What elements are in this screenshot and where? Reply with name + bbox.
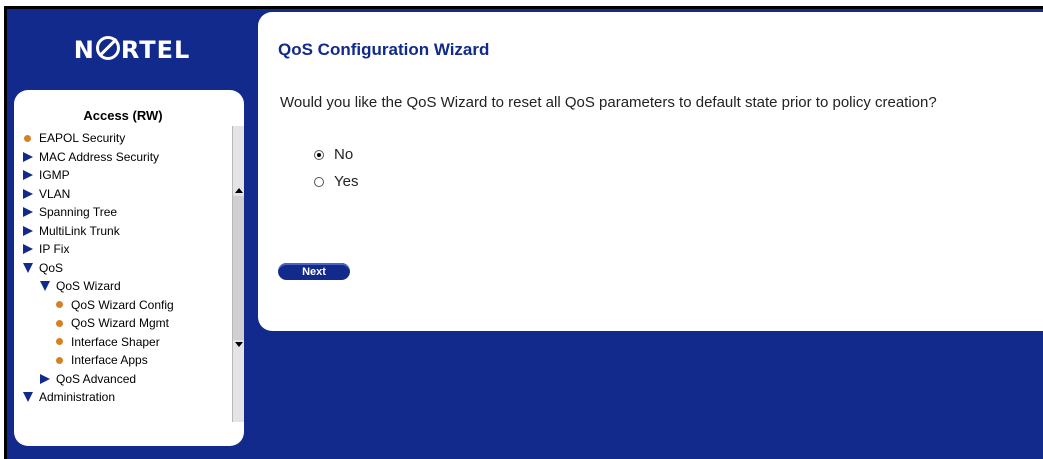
bullet-icon (52, 338, 67, 346)
wizard-panel: QoS Configuration Wizard Would you like … (258, 12, 1043, 331)
chevron-down-icon (37, 281, 52, 292)
nav-item-label: QoS Wizard Config (71, 297, 174, 312)
scroll-down-arrow-icon[interactable] (235, 342, 243, 347)
nav-item-label: Spanning Tree (39, 205, 118, 220)
chevron-right-icon (37, 373, 52, 384)
scroll-up-arrow-icon[interactable] (235, 188, 243, 193)
chevron-down-icon (20, 262, 35, 273)
nav-item-label: EAPOL Security (39, 131, 126, 146)
radio-button-no[interactable] (314, 149, 324, 160)
nav-item-label: QoS Wizard Mgmt (71, 316, 170, 331)
nav-item-qos[interactable]: QoS (20, 259, 174, 278)
nav-item-label: Interface Apps (71, 353, 148, 368)
nav-item-vlan[interactable]: VLAN (20, 185, 174, 204)
bullet-icon (20, 134, 35, 142)
nav-item-label: MultiLink Trunk (39, 223, 120, 238)
nav-item-label: QoS Wizard (56, 279, 121, 294)
bullet-icon (52, 356, 67, 364)
nav-item-qos-advanced[interactable]: QoS Advanced (20, 370, 174, 389)
radio-button-yes[interactable] (314, 176, 324, 187)
radio-label-yes: Yes (334, 173, 359, 190)
page-title: QoS Configuration Wizard (278, 40, 490, 59)
navigation-panel: Access (RW) EAPOL Security MAC Address S… (14, 90, 244, 446)
nav-item-label: IGMP (39, 168, 70, 183)
logo-text-rtel: RTEL (120, 36, 191, 64)
nav-item-ip-fix[interactable]: IP Fix (20, 240, 174, 259)
nav-item-label: QoS (39, 260, 64, 275)
radio-label-no: No (334, 146, 354, 163)
chevron-right-icon (20, 225, 35, 236)
radio-option-yes[interactable]: Yes (314, 173, 358, 190)
chevron-right-icon (20, 188, 35, 199)
chevron-right-icon (20, 151, 35, 162)
bullet-icon (52, 319, 67, 327)
bullet-icon (52, 301, 67, 309)
nav-item-label: MAC Address Security (39, 149, 160, 164)
nav-item-qos-wizard[interactable]: QoS Wizard (20, 277, 174, 296)
nav-item-mac-address-security[interactable]: MAC Address Security (20, 148, 174, 167)
nortel-logo: N RTEL (62, 36, 202, 64)
radio-option-no[interactable]: No (314, 146, 353, 163)
wizard-question: Would you like the QoS Wizard to reset a… (280, 94, 937, 111)
next-button[interactable]: Next (278, 263, 350, 280)
nav-item-qos-wizard-mgmt[interactable]: QoS Wizard Mgmt (20, 314, 174, 333)
nav-item-interface-shaper[interactable]: Interface Shaper (20, 333, 174, 352)
scrollbar-thumb[interactable] (233, 196, 244, 340)
chevron-right-icon (20, 207, 35, 218)
nav-scrollbar[interactable] (232, 126, 244, 422)
logo-o-mark (95, 36, 120, 60)
nav-item-igmp[interactable]: IGMP (20, 166, 174, 185)
nav-item-label: QoS Advanced (56, 371, 137, 386)
nav-heading: Access (RW) (83, 108, 163, 123)
nav-item-label: Administration (39, 390, 116, 405)
nav-item-label: Interface Shaper (71, 334, 160, 349)
nav-item-label: VLAN (39, 186, 71, 201)
nav-item-eapol-security[interactable]: EAPOL Security (20, 129, 174, 148)
nav-item-interface-apps[interactable]: Interface Apps (20, 351, 174, 370)
chevron-right-icon (20, 244, 35, 255)
nav-item-administration[interactable]: Administration (20, 388, 174, 407)
nav-item-multilink-trunk[interactable]: MultiLink Trunk (20, 222, 174, 241)
chevron-right-icon (20, 170, 35, 181)
nav-item-spanning-tree[interactable]: Spanning Tree (20, 203, 174, 222)
logo-text-n: N (73, 36, 95, 64)
nav-item-qos-wizard-config[interactable]: QoS Wizard Config (20, 296, 174, 315)
nav-item-label: IP Fix (39, 242, 70, 257)
nav-tree: EAPOL Security MAC Address Security IGMP… (20, 129, 174, 407)
chevron-down-icon (20, 392, 35, 403)
